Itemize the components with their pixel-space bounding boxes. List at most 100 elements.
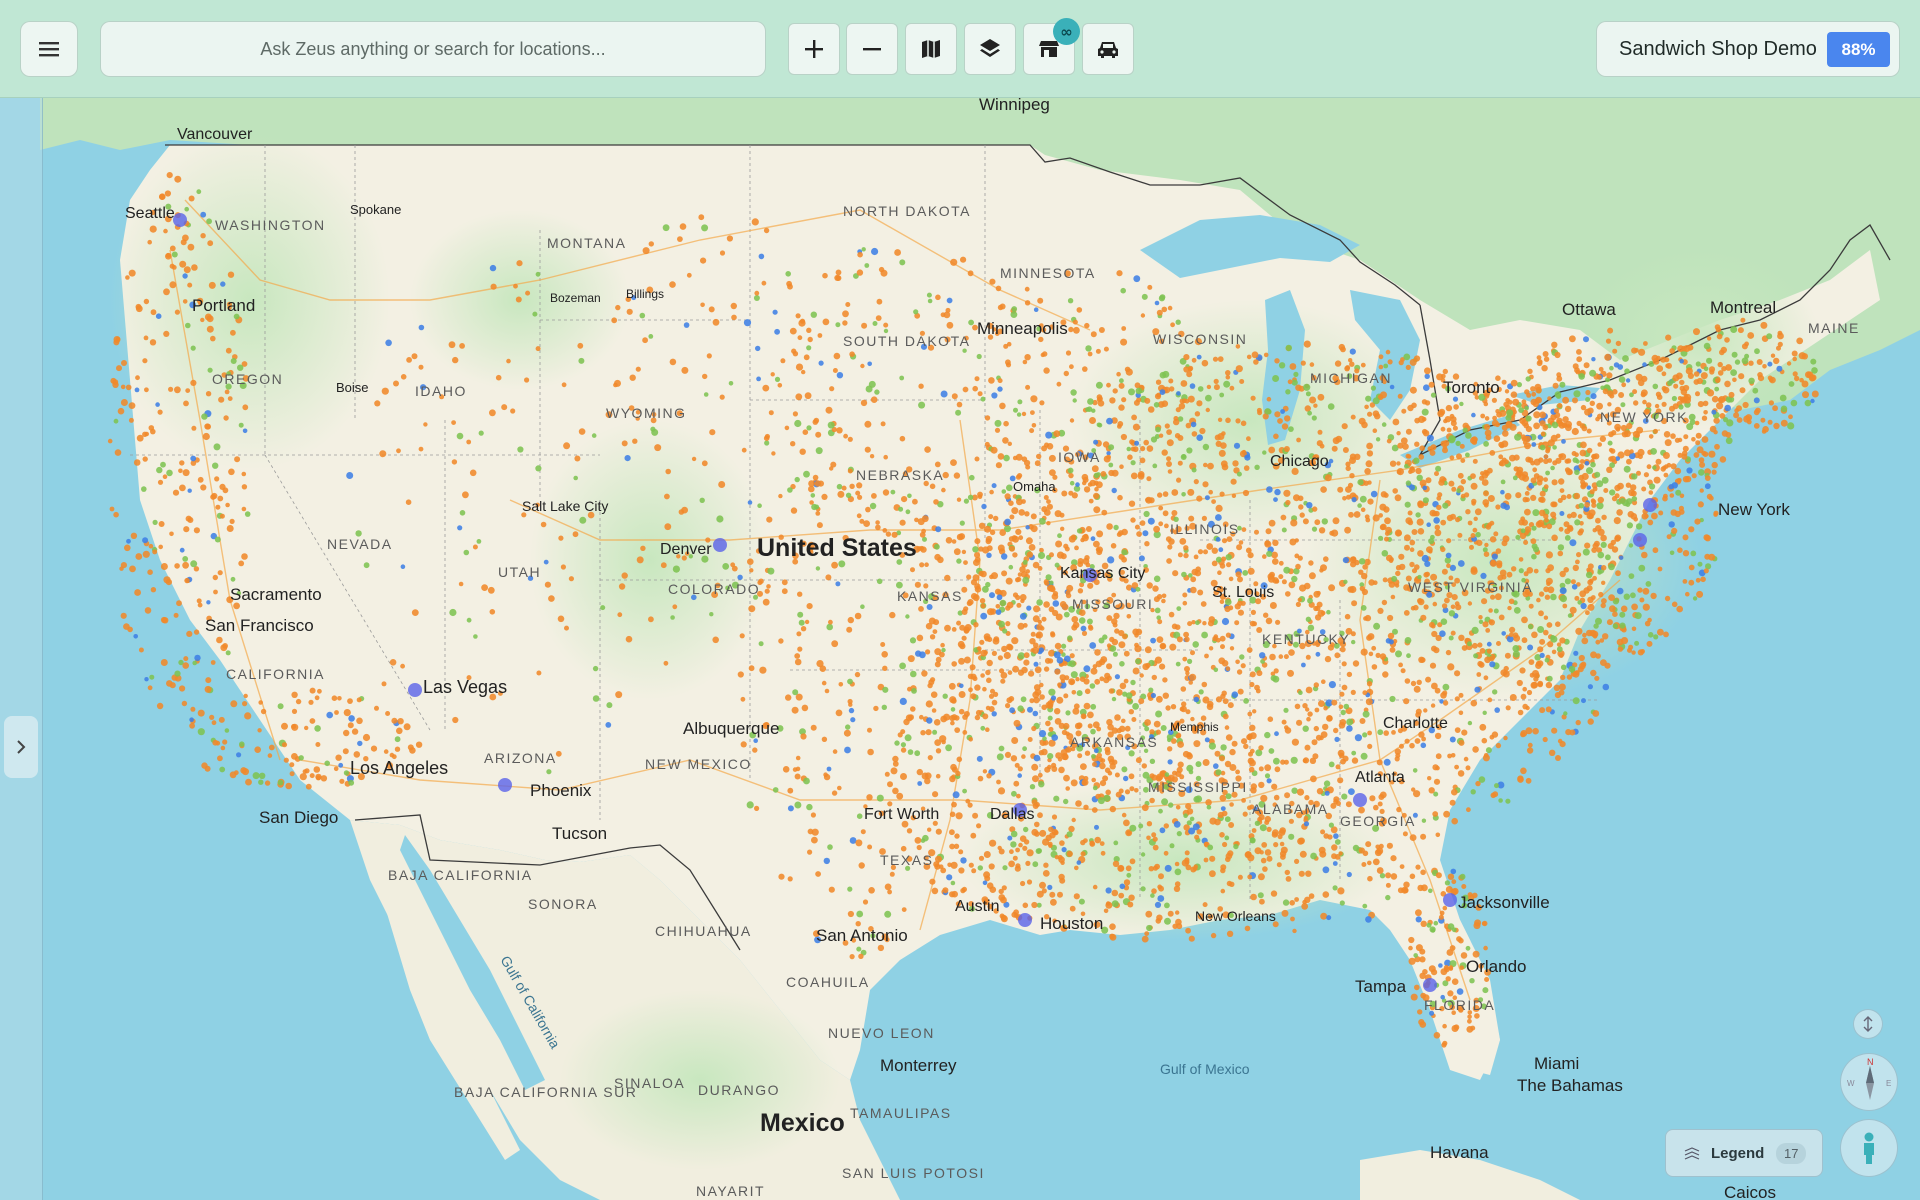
- city-label: Dallas: [990, 806, 1034, 823]
- state-label: SOUTH DAKOTA: [843, 333, 970, 349]
- state-label: ILLINOIS: [1170, 521, 1240, 537]
- drive-time-button[interactable]: [1082, 23, 1134, 75]
- tilt-button[interactable]: [1853, 1009, 1883, 1039]
- city-label: Salt Lake City: [522, 498, 608, 514]
- city-label: The Bahamas: [1517, 1076, 1623, 1095]
- city-label: Vancouver: [177, 126, 253, 143]
- state-label: WYOMING: [606, 405, 687, 421]
- state-label: ARIZONA: [484, 750, 557, 766]
- state-label: WISCONSIN: [1153, 331, 1247, 347]
- zoom-in-button[interactable]: [788, 23, 840, 75]
- infinity-badge: ∞: [1053, 18, 1080, 45]
- city-label: Kansas City: [1060, 565, 1145, 582]
- tilt-icon: [1863, 1016, 1873, 1032]
- state-label: BAJA CALIFORNIA: [388, 867, 533, 883]
- project-name: Sandwich Shop Demo: [1619, 38, 1817, 60]
- state-label: COLORADO: [668, 581, 760, 597]
- city-label: Havana: [1430, 1143, 1489, 1162]
- state-label: IOWA: [1058, 449, 1101, 465]
- minus-icon: [863, 48, 881, 51]
- state-label: KENTUCKY: [1262, 631, 1350, 647]
- state-label: BAJA CALIFORNIA SUR: [454, 1084, 637, 1100]
- city-label: Austin: [955, 898, 999, 915]
- state-label: NEBRASKA: [856, 467, 944, 483]
- city-label: Tampa: [1355, 977, 1407, 996]
- city-label: Montreal: [1710, 298, 1776, 317]
- project-percent-badge: 88%: [1827, 32, 1890, 67]
- map-icon: [922, 40, 940, 58]
- city-label: Sacramento: [230, 585, 322, 604]
- state-label: GEORGIA: [1340, 813, 1416, 829]
- menu-button[interactable]: [20, 21, 78, 77]
- state-label: NEW MEXICO: [645, 756, 752, 772]
- state-label: MISSISSIPPI: [1148, 779, 1248, 795]
- city-label: Houston: [1040, 914, 1103, 933]
- city-label: Las Vegas: [423, 677, 507, 697]
- state-label: SONORA: [528, 896, 598, 912]
- state-label: FLORIDA: [1424, 997, 1495, 1013]
- street-view-button[interactable]: [1840, 1119, 1898, 1177]
- layers-button[interactable]: [964, 23, 1016, 75]
- menu-icon: [39, 42, 59, 57]
- chevron-right-icon: [17, 740, 26, 754]
- state-label: ALABAMA: [1252, 801, 1329, 817]
- city-label: Ottawa: [1562, 300, 1616, 319]
- legend-label: Legend: [1711, 1145, 1765, 1162]
- city-label: Denver: [660, 541, 712, 558]
- city-label: New York: [1718, 500, 1790, 519]
- state-label: CHIHUAHUA: [655, 923, 752, 939]
- water-label: Gulf of Mexico: [1160, 1061, 1250, 1077]
- plus-icon: [805, 40, 823, 58]
- map-canvas[interactable]: Vancouver Seattle Spokane Portland Boise…: [0, 0, 1920, 1200]
- left-panel-strip: [0, 98, 43, 1200]
- top-toolbar: ∞ Sandwich Shop Demo 88%: [0, 0, 1920, 98]
- state-label: NAYARIT: [696, 1183, 765, 1199]
- expand-panel-button[interactable]: [4, 716, 38, 778]
- city-label: Charlotte: [1383, 715, 1448, 732]
- city-label: Chicago: [1270, 453, 1329, 470]
- city-label: Jacksonville: [1458, 893, 1550, 912]
- search-input[interactable]: [100, 21, 766, 77]
- car-icon: [1098, 42, 1118, 58]
- city-label: Orlando: [1466, 957, 1526, 976]
- state-label: MAINE: [1808, 320, 1860, 336]
- city-label: Los Angeles: [350, 758, 448, 778]
- state-label: WEST VIRGINIA: [1408, 579, 1533, 595]
- map-style-button[interactable]: [905, 23, 957, 75]
- country-label: Mexico: [760, 1109, 845, 1137]
- state-label: MISSOURI: [1072, 596, 1153, 612]
- city-label: Albuquerque: [683, 719, 779, 738]
- state-label: MONTANA: [547, 235, 626, 251]
- city-label: Billings: [626, 287, 664, 301]
- state-label: UTAH: [498, 564, 541, 580]
- state-label: SAN LUIS POTOSI: [842, 1165, 985, 1181]
- zoom-out-button[interactable]: [846, 23, 898, 75]
- city-label: Portland: [192, 296, 255, 315]
- city-label: Fort Worth: [864, 806, 939, 823]
- city-label: Minneapolis: [977, 319, 1068, 338]
- legend-button[interactable]: Legend 17: [1665, 1129, 1823, 1177]
- state-label: MICHIGAN: [1310, 370, 1392, 386]
- state-label: COAHUILA: [786, 974, 870, 990]
- city-label: New Orleans: [1195, 908, 1276, 924]
- city-label: Toronto: [1443, 378, 1500, 397]
- city-label: Caicos: [1724, 1183, 1776, 1200]
- layers-stack-icon: [1684, 1147, 1700, 1160]
- city-label: Bozeman: [550, 291, 601, 305]
- state-label: NORTH DAKOTA: [843, 203, 971, 219]
- city-label: St. Louis: [1212, 584, 1274, 601]
- city-label: San Francisco: [205, 616, 314, 635]
- city-label: San Antonio: [816, 926, 908, 945]
- city-label: Spokane: [350, 202, 401, 217]
- project-selector[interactable]: Sandwich Shop Demo 88%: [1596, 21, 1900, 77]
- city-label: Seattle: [125, 205, 175, 222]
- compass-icon: N E W: [1847, 1057, 1891, 1100]
- legend-count-badge: 17: [1776, 1143, 1807, 1164]
- state-label: SINALOA: [614, 1075, 685, 1091]
- city-label: Memphis: [1170, 720, 1219, 734]
- city-label: Phoenix: [530, 781, 592, 800]
- country-label: United States: [757, 534, 917, 562]
- compass-control[interactable]: N E W: [1840, 1053, 1898, 1111]
- state-label: NUEVO LEON: [828, 1025, 935, 1041]
- state-label: MINNESOTA: [1000, 265, 1096, 281]
